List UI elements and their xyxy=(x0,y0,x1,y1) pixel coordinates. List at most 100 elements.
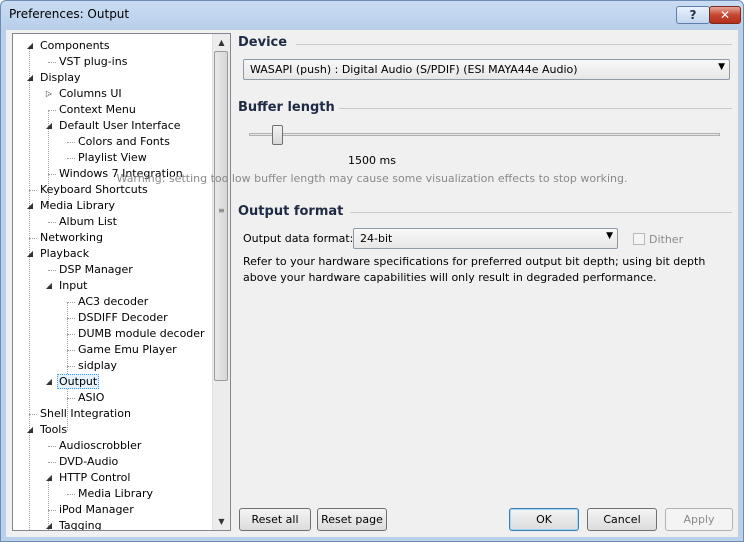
preferences-window: Preferences: Output ? ✕ ◢ Components VST p… xyxy=(0,0,744,542)
tree-connector xyxy=(29,414,37,415)
collapse-arrow-icon[interactable]: ◢ xyxy=(25,198,35,214)
window-title: Preferences: Output xyxy=(9,7,130,21)
tree-item-dumb-module-decoder[interactable]: DUMB module decoder xyxy=(76,326,207,342)
tree-item-label: Audioscrobbler xyxy=(59,439,142,452)
tree-connector xyxy=(48,62,56,63)
tree-item-label: Tools xyxy=(40,423,68,436)
dither-checkbox[interactable] xyxy=(633,233,645,245)
tree-item-dsp-manager[interactable]: DSP Manager xyxy=(57,262,135,278)
ok-button[interactable]: OK xyxy=(509,508,579,531)
collapse-arrow-icon[interactable]: ◢ xyxy=(44,470,54,486)
tree-item-label: Components xyxy=(40,39,110,52)
tree-connector xyxy=(29,190,37,191)
output-format-description: Refer to your hardware specifications fo… xyxy=(243,255,706,284)
tree-item-input[interactable]: ◢ Input xyxy=(46,278,89,294)
tree-item-media-library[interactable]: ◢ Media Library xyxy=(27,198,117,214)
tree-item-label: DVD-Audio xyxy=(59,455,119,468)
buffer-warning: Warning: setting too low buffer length m… xyxy=(116,172,628,185)
tree-item-sidplay[interactable]: sidplay xyxy=(76,358,119,374)
tree-item-label: sidplay xyxy=(78,359,118,372)
tree-item-label: Columns UI xyxy=(59,87,122,100)
dialog-client: ◢ Components VST plug-ins ◢ Display ▷ Columns … xyxy=(6,30,738,537)
device-select[interactable]: WASAPI (push) : Digital Audio (S/PDIF) (… xyxy=(243,59,730,80)
tree-item-album-list[interactable]: Album List xyxy=(57,214,119,230)
tree-item-shell-integration[interactable]: Shell Integration xyxy=(38,406,133,422)
device-select-value: WASAPI (push) : Digital Audio (S/PDIF) (… xyxy=(250,63,578,76)
tree-item-label: Playback xyxy=(40,247,90,260)
scroll-up-arrow-icon[interactable]: ▲ xyxy=(213,34,230,51)
tree-item-output[interactable]: ◢ Output xyxy=(46,374,100,390)
close-button[interactable]: ✕ xyxy=(709,6,741,24)
tree-item-label: iPod Manager xyxy=(59,503,134,516)
tree-item-label: Media Library xyxy=(40,199,115,212)
cancel-button[interactable]: Cancel xyxy=(587,508,657,531)
tree-item-ipod-manager[interactable]: iPod Manager xyxy=(57,502,136,518)
buffer-value: 1500 ms xyxy=(348,154,396,167)
tree-item-dsdiff-decoder[interactable]: DSDIFF Decoder xyxy=(76,310,170,326)
tree-item-context-menu[interactable]: Context Menu xyxy=(57,102,138,118)
buffer-heading: Buffer length xyxy=(238,100,335,115)
tree-connector xyxy=(48,110,56,111)
reset-all-button[interactable]: Reset all xyxy=(239,508,311,531)
tree-item-vst-plug-ins[interactable]: VST plug-ins xyxy=(57,54,129,70)
tree-item-audioscrobbler[interactable]: Audioscrobbler xyxy=(57,438,143,454)
collapse-arrow-icon[interactable]: ◢ xyxy=(25,246,35,262)
tree-item-asio[interactable]: ASIO xyxy=(76,390,106,406)
grip-icon: ≡ xyxy=(218,206,225,215)
tree-item-label: DSP Manager xyxy=(59,263,133,276)
tree-item-game-emu-player[interactable]: Game Emu Player xyxy=(76,342,179,358)
tree-item-media-library[interactable]: Media Library xyxy=(76,486,155,502)
device-divider xyxy=(296,44,732,45)
apply-button[interactable]: Apply xyxy=(665,508,733,531)
output-data-format-value: 24-bit xyxy=(360,232,393,245)
tree-item-ac3-decoder[interactable]: AC3 decoder xyxy=(76,294,150,310)
tree-connector xyxy=(48,446,56,447)
tree-item-default-user-interface[interactable]: ◢ Default User Interface xyxy=(46,118,183,134)
output-data-format-select[interactable]: 24-bit ▼ xyxy=(353,228,618,249)
tree-item-columns-ui[interactable]: ▷ Columns UI xyxy=(46,86,124,102)
reset-page-button[interactable]: Reset page xyxy=(317,508,387,531)
tree-connector xyxy=(67,334,75,335)
collapse-arrow-icon[interactable]: ◢ xyxy=(44,118,54,134)
tree-item-label: Album List xyxy=(59,215,117,228)
collapse-arrow-icon[interactable]: ◢ xyxy=(25,70,35,86)
tree-connector xyxy=(48,270,56,271)
tree-item-label: Tagging xyxy=(59,519,102,531)
expand-arrow-icon[interactable]: ▷ xyxy=(44,86,54,102)
collapse-arrow-icon[interactable]: ◢ xyxy=(44,518,54,530)
tree-item-label: DSDIFF Decoder xyxy=(78,311,168,324)
tree-item-http-control[interactable]: ◢ HTTP Control xyxy=(46,470,132,486)
tree-item-label: Colors and Fonts xyxy=(78,135,170,148)
tree-item-dvd-audio[interactable]: DVD-Audio xyxy=(57,454,120,470)
buffer-slider-thumb[interactable] xyxy=(272,125,284,145)
tree-item-components[interactable]: ◢ Components xyxy=(27,38,112,54)
tree-item-label: HTTP Control xyxy=(59,471,131,484)
tree-item-colors-and-fonts[interactable]: Colors and Fonts xyxy=(76,134,172,150)
collapse-arrow-icon[interactable]: ◢ xyxy=(25,422,35,438)
tree-connector xyxy=(67,302,75,303)
dither-label: Dither xyxy=(649,233,684,246)
scroll-thumb[interactable]: ≡ xyxy=(214,51,228,381)
collapse-arrow-icon[interactable]: ◢ xyxy=(44,374,54,390)
tree-connector xyxy=(48,462,56,463)
tree-item-networking[interactable]: Networking xyxy=(38,230,105,246)
tree-item-display[interactable]: ◢ Display xyxy=(27,70,83,86)
help-button[interactable]: ? xyxy=(676,6,710,24)
tree-item-label: Game Emu Player xyxy=(78,343,177,356)
tree-item-playback[interactable]: ◢ Playback xyxy=(27,246,91,262)
collapse-arrow-icon[interactable]: ◢ xyxy=(25,38,35,54)
collapse-arrow-icon[interactable]: ◢ xyxy=(44,278,54,294)
tree-connector xyxy=(67,318,75,319)
title-bar: Preferences: Output ? ✕ xyxy=(1,1,743,29)
tree-item-tagging[interactable]: ◢ Tagging xyxy=(46,518,104,531)
tree-item-label: Media Library xyxy=(78,487,153,500)
buffer-slider-track[interactable] xyxy=(249,133,720,136)
preferences-tree[interactable]: ◢ Components VST plug-ins ◢ Display ▷ Columns … xyxy=(12,33,231,531)
scroll-down-arrow-icon[interactable]: ▼ xyxy=(213,513,230,530)
tree-connector xyxy=(67,366,75,367)
device-heading: Device xyxy=(238,35,288,50)
tree-connector xyxy=(48,510,56,511)
tree-item-label: VST plug-ins xyxy=(59,55,128,68)
tree-scrollbar[interactable]: ▲ ≡ ▼ xyxy=(212,34,230,530)
tree-item-tools[interactable]: ◢ Tools xyxy=(27,422,69,438)
